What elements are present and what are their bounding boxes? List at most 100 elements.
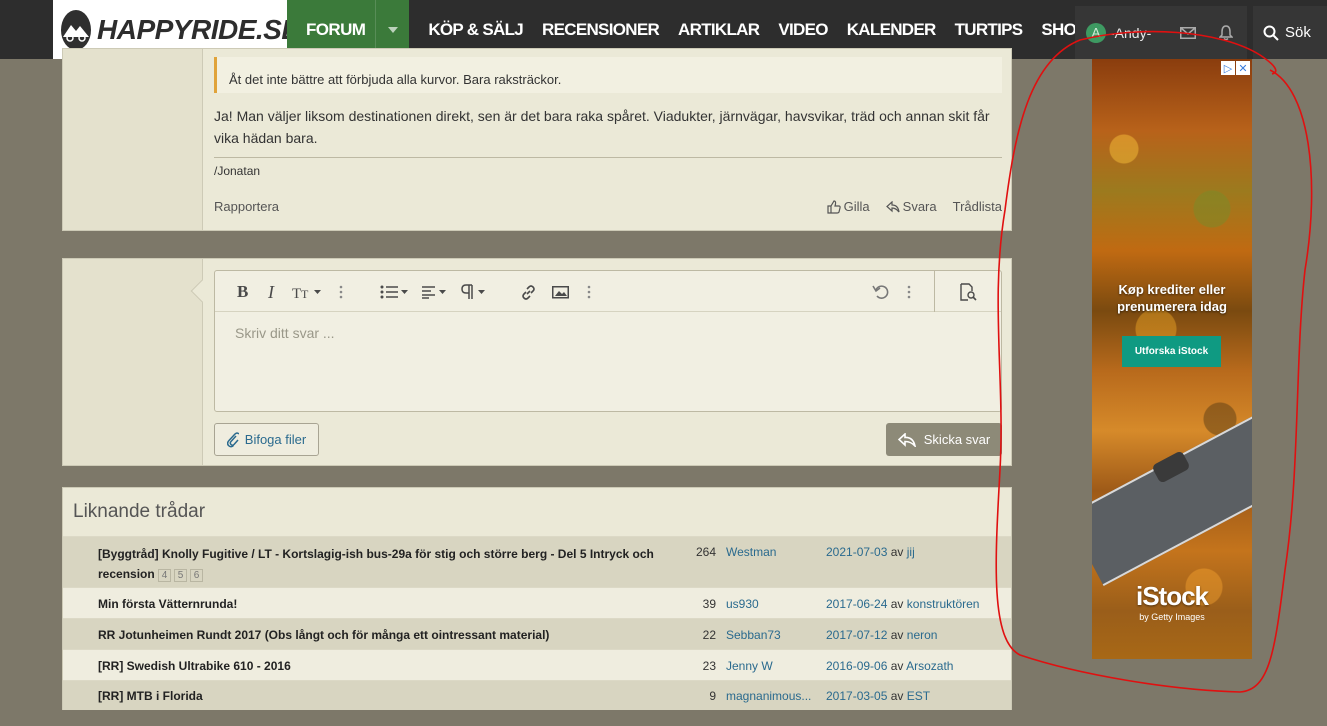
close-icon[interactable]: ✕ xyxy=(1236,61,1250,75)
reply-link[interactable]: Svara xyxy=(885,199,937,214)
username-link[interactable]: -Andy- xyxy=(1110,25,1151,41)
by-label: av xyxy=(890,628,904,642)
nav-item-video[interactable]: VIDEO xyxy=(778,20,828,40)
last-post-date[interactable]: 2016-09-06 xyxy=(826,659,887,673)
thread-author[interactable]: magnanimous... xyxy=(726,689,816,703)
thread-title[interactable]: Min första Vätternrunda! xyxy=(98,597,237,611)
more-options-icon[interactable] xyxy=(907,283,911,301)
reply-count: 9 xyxy=(709,689,716,703)
ad-brand-logo: iStock xyxy=(1135,581,1209,611)
last-post-info: 2021-07-03 av jij xyxy=(826,545,915,559)
table-row[interactable]: [Byggtråd] Knolly Fugitive / LT - Kortsl… xyxy=(63,536,1011,587)
attach-files-button[interactable]: Bifoga filer xyxy=(214,423,319,456)
nav-forum-label: FORUM xyxy=(306,19,366,39)
signature-divider xyxy=(214,157,1002,158)
svg-text:T: T xyxy=(292,286,301,300)
post-actions: Rapportera Gilla Svara Trådlista xyxy=(214,199,1002,214)
ad-cta-button[interactable]: Utforska iStock xyxy=(1122,336,1221,367)
undo-icon[interactable] xyxy=(872,283,890,301)
advertisement-banner[interactable]: ▷ ✕ Køp krediter eller prenumerera idag … xyxy=(1092,59,1252,659)
last-post-info: 2017-07-12 av neron xyxy=(826,628,937,642)
table-row[interactable]: [RR] Swedish Ultrabike 610 - 2016 23 Jen… xyxy=(63,649,1011,680)
nav-item-kop-salj[interactable]: KÖP & SÄLJ xyxy=(428,20,523,40)
thread-author[interactable]: Westman xyxy=(726,545,816,559)
more-options-icon[interactable] xyxy=(339,283,343,301)
last-post-info: 2016-09-06 av Arsozath xyxy=(826,659,953,673)
nav-item-artiklar[interactable]: ARTIKLAR xyxy=(678,20,760,40)
search-label: Sök xyxy=(1285,24,1311,41)
reply-author-column xyxy=(63,259,203,465)
ad-brand-subtitle: by Getty Images xyxy=(1139,612,1205,622)
last-post-date[interactable]: 2017-03-05 xyxy=(826,689,887,703)
thread-list: [Byggtråd] Knolly Fugitive / LT - Kortsl… xyxy=(63,536,1011,710)
nav-item-turtips[interactable]: TURTIPS xyxy=(955,20,1024,40)
last-post-info: 2017-06-24 av konstruktören xyxy=(826,597,979,611)
report-link: Rapportera xyxy=(214,199,811,214)
bell-icon[interactable] xyxy=(1207,6,1245,59)
post-author-column xyxy=(63,49,203,230)
last-post-user[interactable]: neron xyxy=(907,628,938,642)
more-options-icon[interactable] xyxy=(587,283,591,301)
by-label: av xyxy=(890,545,904,559)
logo-text: HAPPYRIDE.SE xyxy=(97,13,300,45)
thread-list-link[interactable]: Trådlista xyxy=(953,199,1002,214)
post-signature: /Jonatan xyxy=(214,164,261,178)
align-icon[interactable] xyxy=(421,283,449,301)
ad-choices-icon[interactable]: ▷ xyxy=(1221,61,1235,75)
avatar[interactable]: A xyxy=(1086,22,1106,43)
reply-count: 264 xyxy=(695,545,716,559)
thread-title[interactable]: [RR] Swedish Ultrabike 610 - 2016 xyxy=(98,659,291,673)
thread-title[interactable]: [RR] MTB i Florida xyxy=(98,689,203,703)
bold-icon[interactable]: B xyxy=(237,282,248,301)
by-label: av xyxy=(890,659,904,673)
italic-icon[interactable]: I xyxy=(268,282,274,302)
link-icon[interactable] xyxy=(520,283,537,301)
similar-threads-title: Liknande trådar xyxy=(73,501,206,522)
last-post-date[interactable]: 2017-07-12 xyxy=(826,628,887,642)
last-post-date[interactable]: 2017-06-24 xyxy=(826,597,887,611)
last-post-user[interactable]: konstruktören xyxy=(907,597,980,611)
nav-item-kalender[interactable]: KALENDER xyxy=(847,20,937,40)
reply-icon xyxy=(897,432,916,447)
last-post-user[interactable]: Arsozath xyxy=(906,659,953,673)
editor-toolbar: B I TT xyxy=(215,271,1001,312)
table-row[interactable]: RR Jotunheimen Rundt 2017 (Obs långt och… xyxy=(63,618,1011,649)
last-post-info: 2017-03-05 av EST xyxy=(826,689,930,703)
table-row[interactable]: [RR] MTB i Florida 9 magnanimous... 2017… xyxy=(63,680,1011,710)
last-post-date[interactable]: 2021-07-03 xyxy=(826,545,887,559)
send-reply-label: Skicka svar xyxy=(923,432,991,447)
send-reply-button[interactable]: Skicka svar xyxy=(886,423,1002,456)
forum-post: Åt det inte bättre att förbjuda alla kur… xyxy=(62,48,1012,231)
paragraph-icon[interactable] xyxy=(460,283,488,301)
thread-title[interactable]: [Byggtråd] Knolly Fugitive / LT - Kortsl… xyxy=(98,544,658,584)
like-button[interactable]: Gilla xyxy=(827,199,870,214)
thread-author[interactable]: Sebban73 xyxy=(726,628,816,642)
nav-item-recensioner[interactable]: RECENSIONER xyxy=(542,20,660,40)
report-label[interactable]: Rapportera xyxy=(214,199,279,214)
list-icon[interactable] xyxy=(380,283,410,301)
search-button[interactable]: Sök xyxy=(1253,6,1327,59)
by-label: av xyxy=(890,597,904,611)
table-row[interactable]: Min första Vätternrunda! 39 us930 2017-0… xyxy=(63,587,1011,618)
text-size-icon[interactable]: TT xyxy=(292,283,324,301)
attach-files-label: Bifoga filer xyxy=(244,432,307,447)
last-post-user[interactable]: jij xyxy=(907,545,915,559)
similar-threads: Liknande trådar [Byggtråd] Knolly Fugiti… xyxy=(62,487,1012,710)
image-icon[interactable] xyxy=(552,283,569,301)
reply-editor[interactable]: B I TT Skriv ditt svar ... xyxy=(214,270,1002,412)
page-link[interactable]: 4 xyxy=(158,569,172,582)
post-body: Ja! Man väljer liksom destinationen dire… xyxy=(214,108,990,146)
reply-count: 39 xyxy=(702,597,716,611)
last-post-user[interactable]: EST xyxy=(907,689,930,703)
page-link[interactable]: 6 xyxy=(190,569,204,582)
ad-choices[interactable]: ▷ ✕ xyxy=(1220,61,1250,75)
quick-reply: B I TT Skriv ditt svar ... Bifoga filer … xyxy=(62,258,1012,466)
preview-icon[interactable] xyxy=(934,271,1001,312)
thread-list-label: Trådlista xyxy=(952,199,1002,214)
page-link[interactable]: 5 xyxy=(174,569,188,582)
thread-title[interactable]: RR Jotunheimen Rundt 2017 (Obs långt och… xyxy=(98,628,549,642)
thread-author[interactable]: Jenny W xyxy=(726,659,816,673)
thread-author[interactable]: us930 xyxy=(726,597,816,611)
reply-count: 23 xyxy=(702,659,716,673)
envelope-icon[interactable] xyxy=(1169,6,1207,59)
